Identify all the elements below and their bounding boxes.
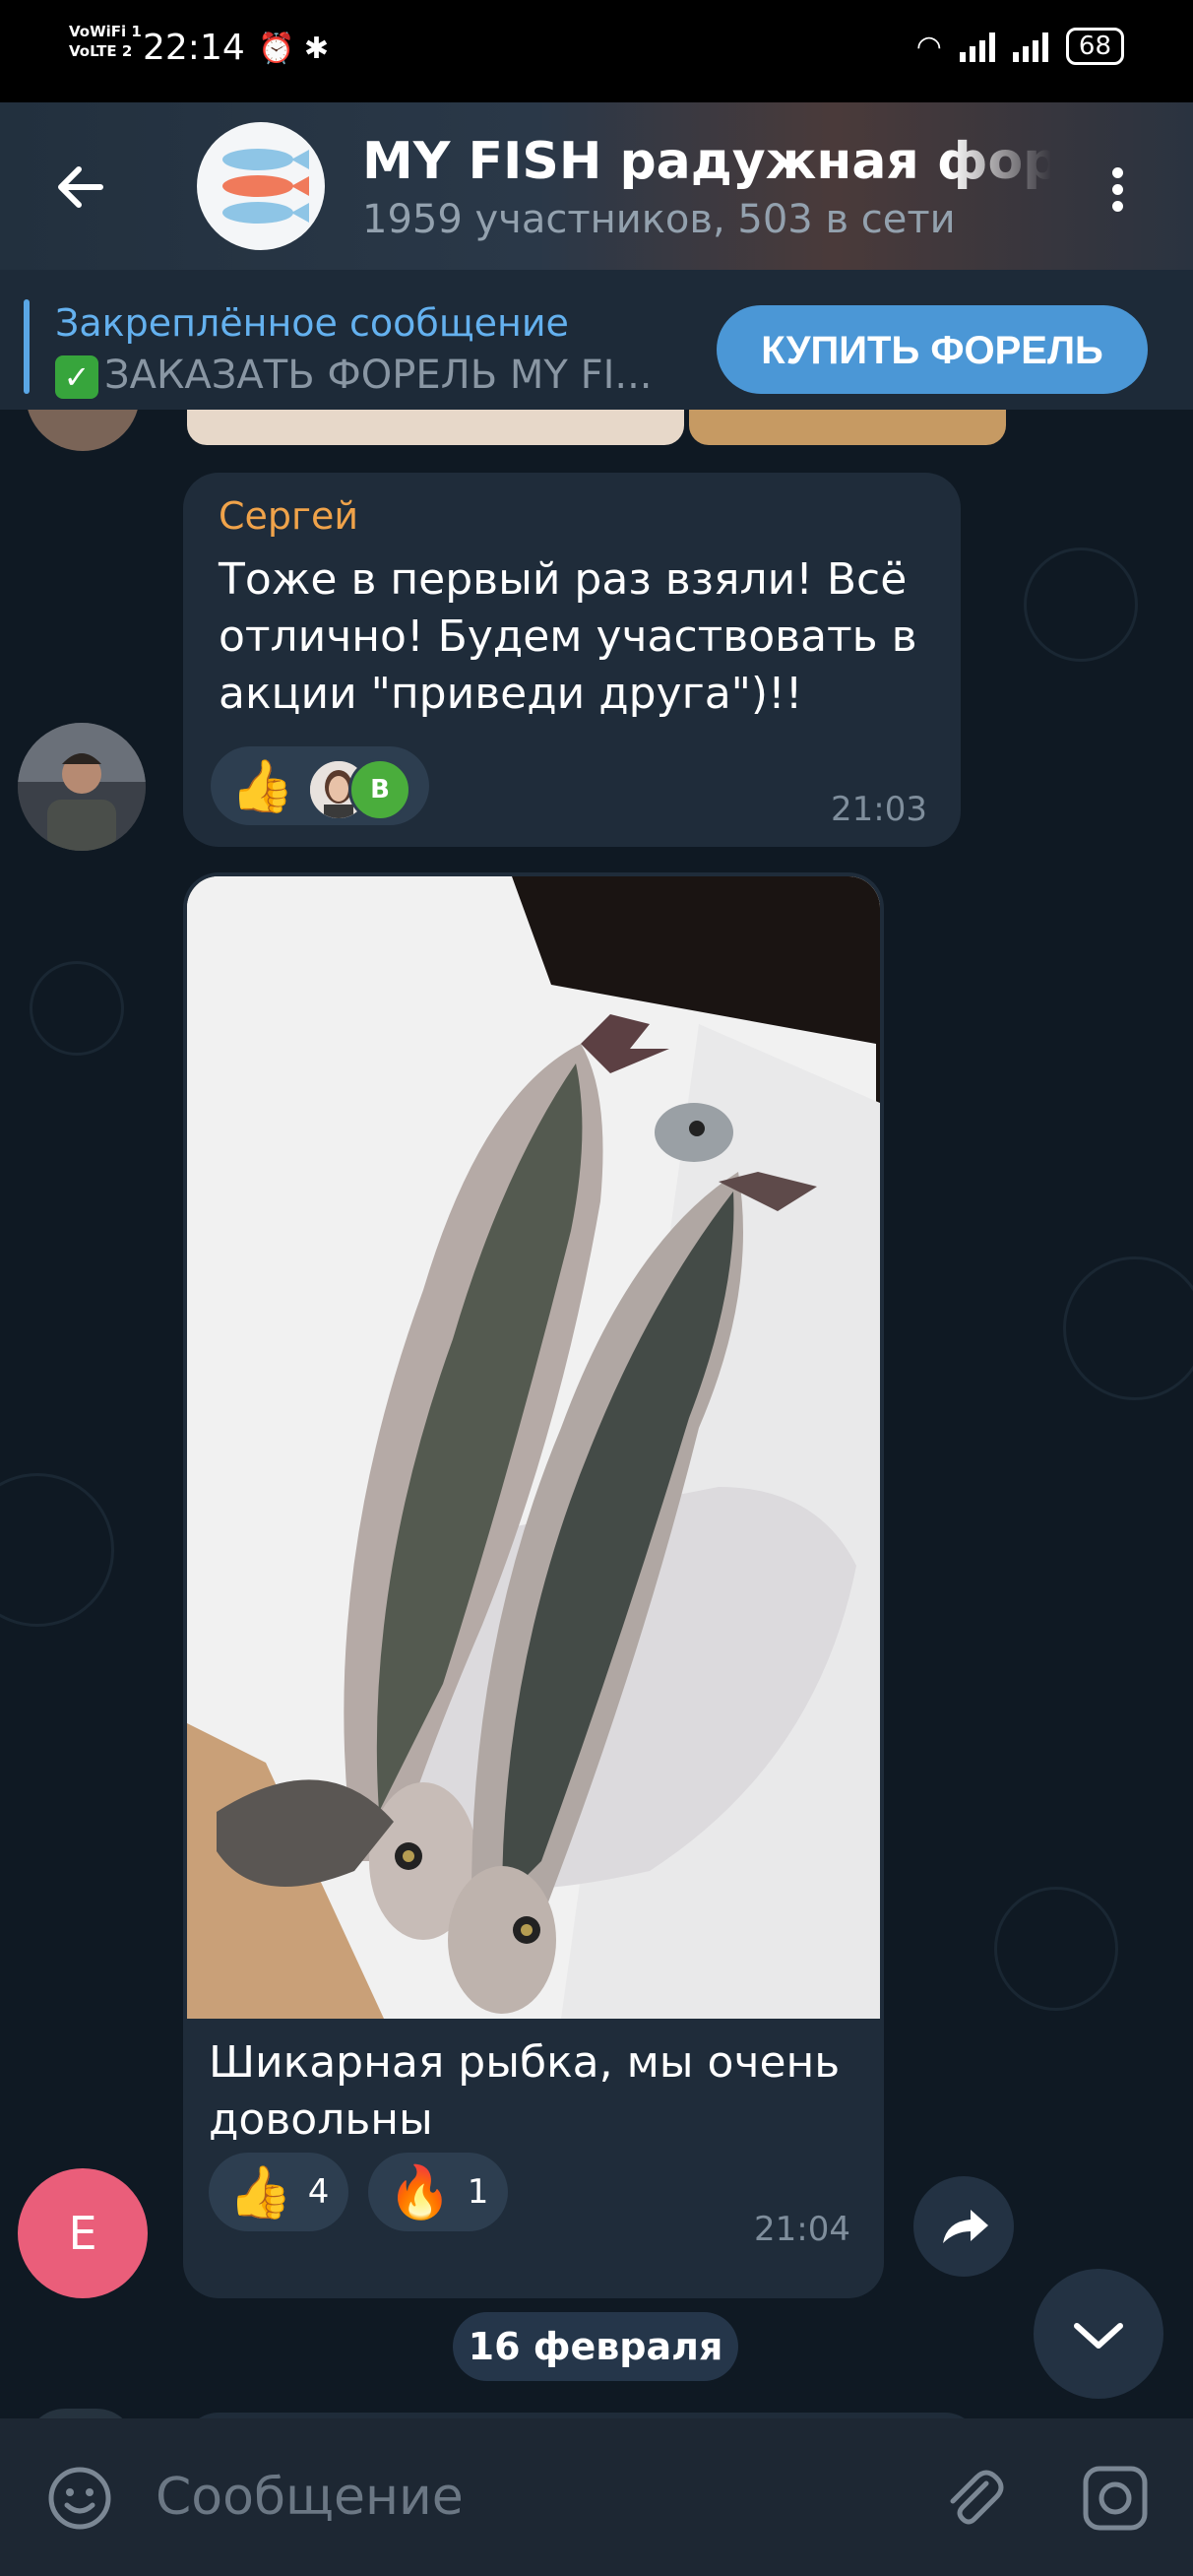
reaction-fire[interactable]: 🔥 1 xyxy=(368,2153,509,2231)
thumbs-up-icon: 👍 xyxy=(230,757,294,816)
message-time: 21:04 xyxy=(754,2210,850,2249)
message-text: Тоже в первый раз взяли! Всё отлично! Бу… xyxy=(219,554,917,719)
background-doodle xyxy=(30,961,124,1056)
more-options-icon[interactable] xyxy=(1102,161,1132,221)
sender-name[interactable]: Сергей xyxy=(219,494,358,538)
channel-title[interactable]: MY FISH радужная форель xyxy=(362,132,1051,191)
reaction-count: 1 xyxy=(467,2172,489,2212)
fire-icon: 🔥 xyxy=(388,2162,452,2222)
camera-icon[interactable] xyxy=(1081,2464,1150,2533)
wifi-icon: ◠ xyxy=(915,29,942,64)
background-doodle xyxy=(994,1887,1118,2011)
status-bar: VoWiFi 1 VoLTE 2 22:14 ⏰ ✱ ◠ 68 xyxy=(0,0,1193,102)
message-text: Шикарная рыбка, мы очень довольны xyxy=(209,2037,841,2145)
pinned-preview: ✓ ЗАКАЗАТЬ ФОРЕЛЬ MY FI... xyxy=(55,353,653,399)
reactor-avatar-letter: В xyxy=(348,758,411,821)
pinned-indicator xyxy=(24,299,30,394)
pinned-text: ЗАКАЗАТЬ ФОРЕЛЬ MY FI... xyxy=(104,353,653,398)
thumbs-up-icon: 👍 xyxy=(228,2162,292,2222)
background-doodle xyxy=(1063,1256,1193,1400)
chat-header: MY FISH радужная форель 1959 участников,… xyxy=(0,102,1193,270)
chevron-down-icon xyxy=(1074,2323,1123,2349)
background-doodle xyxy=(0,1473,114,1627)
date-separator: 16 февраля xyxy=(453,2312,738,2381)
sim-indicators: VoWiFi 1 VoLTE 2 xyxy=(69,22,142,61)
sender-avatar[interactable] xyxy=(18,723,146,851)
fish-photo[interactable] xyxy=(187,876,880,2019)
scroll-down-button[interactable] xyxy=(1034,2269,1163,2399)
check-mark-icon: ✓ xyxy=(55,355,98,399)
back-arrow-icon[interactable] xyxy=(51,158,110,217)
message-time: 21:03 xyxy=(831,790,927,829)
message-composer: Сообщение xyxy=(0,2418,1193,2576)
previous-avatar xyxy=(26,410,140,451)
pinned-message-bar[interactable]: Закреплённое сообщение ✓ ЗАКАЗАТЬ ФОРЕЛЬ … xyxy=(0,270,1193,410)
background-doodle xyxy=(1024,547,1138,662)
photo-message-bubble[interactable]: Шикарная рыбка, мы очень довольны 👍 4 🔥 … xyxy=(183,872,884,2298)
next-avatar xyxy=(26,2409,136,2418)
message-bubble[interactable]: Сергей Тоже в первый раз взяли! Всё отли… xyxy=(183,473,961,847)
reaction-thumbs-up[interactable]: 👍 4 xyxy=(209,2153,349,2231)
sender-avatar[interactable]: E xyxy=(18,2168,148,2298)
paperclip-icon[interactable] xyxy=(937,2462,1008,2533)
reaction-chip[interactable]: 👍 В xyxy=(211,746,429,825)
signal-icon-2 xyxy=(1012,31,1048,62)
share-arrow-icon xyxy=(943,2210,988,2243)
buy-trout-button[interactable]: КУПИТЬ ФОРЕЛЬ xyxy=(717,305,1148,394)
reaction-count: 4 xyxy=(307,2172,330,2212)
previous-photo[interactable] xyxy=(689,410,1006,445)
fish-logo-icon xyxy=(222,149,309,224)
message-list[interactable]: Сергей Тоже в первый раз взяли! Всё отли… xyxy=(0,410,1193,2418)
alarm-bluetooth-icons: ⏰ ✱ xyxy=(258,32,330,66)
channel-avatar[interactable] xyxy=(197,122,325,250)
pinned-title: Закреплённое сообщение xyxy=(55,301,569,345)
sim-label-1: VoWiFi 1 xyxy=(69,23,142,40)
share-button[interactable] xyxy=(913,2176,1014,2277)
emoji-icon[interactable] xyxy=(47,2466,112,2531)
previous-photo[interactable] xyxy=(187,410,684,445)
message-input[interactable]: Сообщение xyxy=(156,2468,464,2527)
clock: 22:14 xyxy=(143,28,245,68)
channel-subtitle: 1959 участников, 503 в сети xyxy=(362,197,956,242)
signal-icon-1 xyxy=(959,31,995,62)
battery-indicator: 68 xyxy=(1065,28,1124,65)
sim-label-2: VoLTE 2 xyxy=(69,42,133,60)
